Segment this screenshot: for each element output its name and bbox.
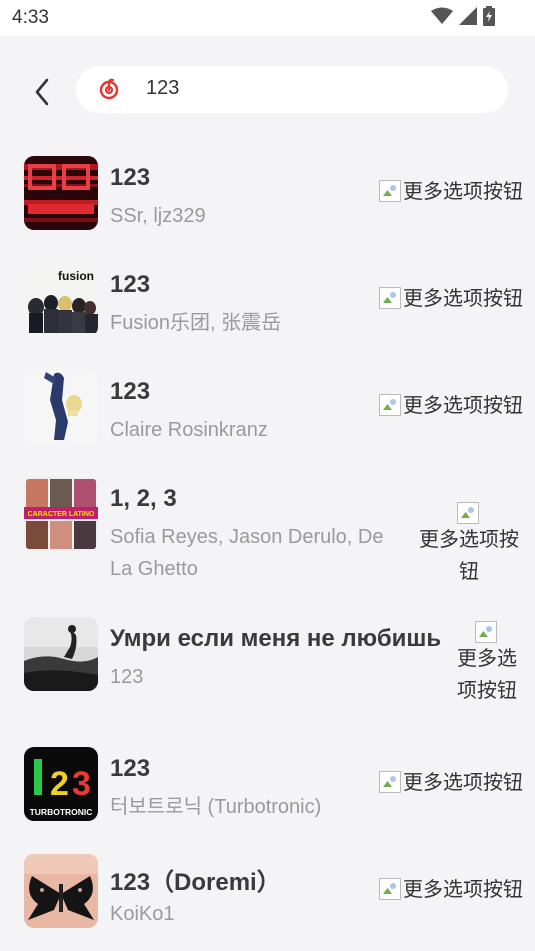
album-cover-art-umri: [24, 617, 98, 691]
song-title: 1, 2, 3: [110, 485, 177, 512]
album-cover: [24, 156, 98, 230]
status-icons: [431, 6, 495, 26]
song-row[interactable]: fusion 123 Fusion乐团, 张震岳 更多选项按钮: [0, 247, 535, 354]
search-input[interactable]: 123: [76, 66, 508, 113]
broken-image-icon: [457, 502, 479, 524]
song-artist: Fusion乐团, 张震岳: [110, 312, 282, 334]
status-time: 4:33: [12, 7, 49, 28]
signal-icon: [459, 7, 477, 25]
svg-text:2: 2: [50, 765, 69, 803]
broken-image-icon: [379, 771, 401, 793]
song-artist: Sofia Reyes, Jason Derulo, De La Ghetto: [110, 526, 384, 580]
broken-image-icon: [379, 878, 401, 900]
more-options-button[interactable]: 更多选项按钮: [379, 767, 523, 799]
song-title: 123: [110, 271, 151, 298]
album-cover: fusion: [24, 263, 98, 337]
album-cover-art-koiko1: [24, 854, 98, 928]
more-options-alt-text: 更多选项按钮: [403, 288, 523, 310]
album-cover-art-claire: [24, 370, 98, 444]
cover-text-fusion: fusion: [58, 269, 94, 283]
more-options-button[interactable]: 更多选项按钮: [449, 617, 525, 707]
song-artist: 123: [110, 666, 144, 688]
broken-image-icon: [379, 287, 401, 309]
album-cover: 2 3 TURBOTRONIC: [24, 747, 98, 821]
broken-image-icon: [475, 621, 497, 643]
more-options-alt-text: 更多选项按钮: [403, 181, 523, 203]
song-artist: Claire Rosinkranz: [110, 419, 268, 441]
song-row[interactable]: 2 3 TURBOTRONIC 123 터보트로닉 (Turbotronic) …: [0, 731, 535, 838]
song-row[interactable]: 123 SSr, ljz329 更多选项按钮: [0, 140, 535, 247]
song-title: 123（Doremi）: [110, 869, 281, 896]
back-button[interactable]: [22, 74, 62, 110]
chevron-left-icon: [35, 78, 49, 106]
song-artist: SSr, ljz329: [110, 205, 206, 227]
wifi-icon: [431, 7, 453, 24]
more-options-alt-text: 更多选项按钮: [403, 772, 523, 794]
song-row[interactable]: 123（Doremi） KoiKo1 更多选项按钮: [0, 838, 535, 945]
search-query[interactable]: 123: [146, 77, 179, 100]
song-artist: 터보트로닉 (Turbotronic): [110, 796, 322, 818]
song-title: 123: [110, 755, 151, 782]
battery-icon: [483, 6, 495, 26]
more-options-button[interactable]: 更多选项按钮: [413, 498, 525, 588]
album-cover: [24, 617, 98, 691]
song-artist: KoiKo1: [110, 903, 175, 925]
album-cover: CARACTER LATINO: [24, 477, 98, 551]
song-title: 123: [110, 378, 151, 405]
broken-image-icon: [379, 394, 401, 416]
song-row[interactable]: 123 Claire Rosinkranz 更多选项按钮: [0, 354, 535, 461]
search-header: 123: [0, 36, 535, 140]
album-cover-art-caracter-latino: CARACTER LATINO: [24, 477, 98, 551]
more-options-button[interactable]: 更多选项按钮: [379, 874, 523, 906]
song-title: 123: [110, 164, 151, 191]
song-row[interactable]: CARACTER LATINO 1, 2, 3 Sofia Reyes, Jas…: [0, 461, 535, 601]
more-options-alt-text: 更多选项按钮: [403, 395, 523, 417]
more-options-button[interactable]: 更多选项按钮: [379, 176, 523, 208]
song-title: Умри если меня не любишь: [110, 625, 442, 652]
album-cover-art-doremi: [24, 156, 98, 230]
more-options-button[interactable]: 更多选项按钮: [379, 283, 523, 315]
cover-text-caracter: CARACTER LATINO: [28, 511, 95, 518]
more-options-alt-text: 更多选项按钮: [419, 529, 519, 583]
album-cover-art-turbotronic: 2 3 TURBOTRONIC: [24, 747, 98, 821]
status-bar: 4:33: [0, 0, 535, 36]
broken-image-icon: [379, 180, 401, 202]
album-cover: [24, 370, 98, 444]
song-row[interactable]: Умри если меня не любишь 123 更多选项按钮: [0, 601, 535, 731]
album-cover: [24, 854, 98, 928]
more-options-alt-text: 更多选项按钮: [457, 648, 517, 702]
cover-text-turbotronic: TURBOTRONIC: [30, 807, 93, 817]
netease-music-logo-icon: [99, 78, 119, 100]
album-cover-art-fusion: fusion: [24, 263, 98, 337]
svg-text:3: 3: [72, 765, 91, 803]
more-options-alt-text: 更多选项按钮: [403, 879, 523, 901]
more-options-button[interactable]: 更多选项按钮: [379, 390, 523, 422]
